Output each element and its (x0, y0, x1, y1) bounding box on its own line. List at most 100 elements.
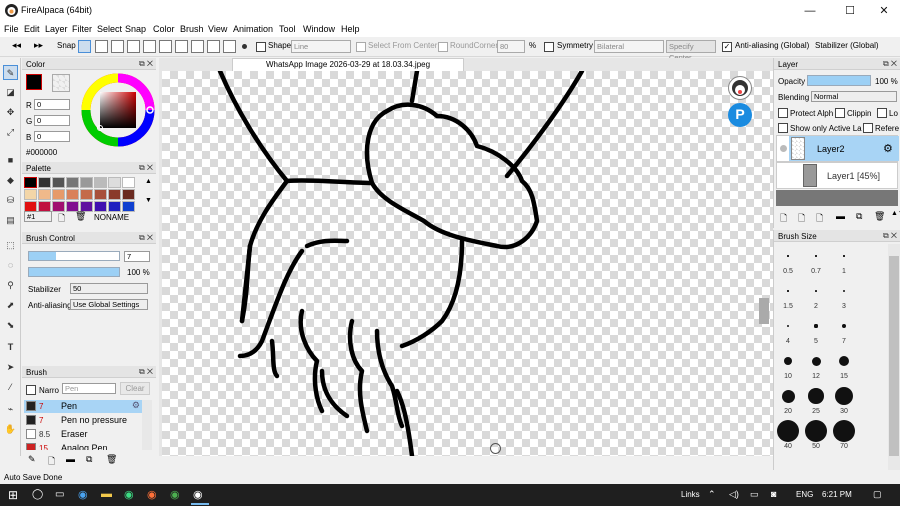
menu-filter[interactable]: Filter (72, 24, 92, 34)
palette-swatch[interactable] (80, 177, 93, 188)
divide-tool-icon[interactable]: ⁄ (3, 380, 18, 395)
select-eraser-icon[interactable]: ⬊ (3, 318, 18, 333)
brush-size-slider[interactable] (28, 251, 120, 261)
duplicate-layer-icon[interactable]: ⧉ (856, 211, 862, 222)
layer-folder-icon[interactable]: ▬ (836, 211, 845, 221)
eyedropper-icon[interactable]: ⌁ (3, 402, 18, 417)
brush-size-option[interactable]: 50 (803, 420, 829, 455)
palette-swatches[interactable] (24, 177, 138, 212)
layer-row[interactable]: Layer1 [45%] (776, 162, 898, 189)
search-icon[interactable]: ◯ (32, 489, 43, 500)
volume-icon[interactable]: ◁) (729, 489, 739, 500)
palette-swatch[interactable] (108, 177, 121, 188)
symmetry-select[interactable]: Bilateral (594, 40, 664, 53)
snap-perspective-icon[interactable] (207, 40, 220, 53)
firealpaca-mascot-icon[interactable] (728, 76, 752, 100)
transform-tool-icon[interactable]: ⤢ (3, 125, 18, 140)
new-8bit-layer-icon[interactable]: 🗋 (798, 211, 805, 227)
lock-checkbox[interactable] (877, 108, 887, 118)
battery-icon[interactable]: ▭ (750, 489, 759, 500)
menu-layer[interactable]: Layer (45, 24, 68, 34)
antialiasing-checkbox[interactable]: ✓ (722, 42, 732, 52)
b-input[interactable]: 0 (34, 131, 70, 142)
palette-swatch[interactable] (66, 177, 79, 188)
delete-layer-icon[interactable]: 🗑 (874, 211, 885, 222)
network-icon[interactable]: ◙ (771, 489, 776, 499)
palette-swatch[interactable] (122, 177, 135, 188)
narrow-checkbox[interactable] (26, 385, 36, 395)
brush-size-scrollbar[interactable] (888, 244, 900, 470)
menu-edit[interactable]: Edit (24, 24, 40, 34)
snap-circle-icon[interactable] (159, 40, 172, 53)
text-tool-icon[interactable]: T (3, 340, 18, 355)
edge-icon[interactable]: ◉ (78, 488, 88, 501)
background-color-swatch[interactable] (52, 74, 70, 92)
brush-size-option[interactable]: 70 (831, 420, 857, 455)
brush-size-option[interactable]: 2 (803, 281, 829, 315)
symmetry-checkbox[interactable] (544, 42, 554, 52)
snap-grid-icon[interactable] (127, 40, 140, 53)
foreground-color-swatch[interactable] (26, 74, 42, 90)
brush-size-option[interactable]: 7 (831, 316, 857, 350)
panel-close-icon[interactable]: ⧉ ✕ (883, 231, 897, 241)
shape-select[interactable]: Line (291, 40, 351, 53)
operation-tool-icon[interactable]: ➤ (3, 360, 18, 375)
protect-alpha-checkbox[interactable] (778, 108, 788, 118)
brush-size-option[interactable]: 1 (831, 246, 857, 280)
brush-folder-icon[interactable]: ▬ (66, 454, 75, 464)
palette-swatch[interactable] (94, 189, 107, 200)
brush-size-option[interactable]: 1.5 (775, 281, 801, 315)
antialiasing-select[interactable]: Use Global Settings (70, 299, 148, 310)
brush-settings-icon[interactable]: ⚙ (132, 400, 140, 411)
palette-swatch[interactable] (24, 177, 37, 188)
select-from-center-checkbox[interactable] (356, 42, 366, 52)
menu-tool[interactable]: Tool (279, 24, 296, 34)
windows-start-icon[interactable]: ⊞ (8, 488, 18, 502)
select-tool-icon[interactable]: ⬚ (3, 238, 18, 253)
blending-select[interactable]: Normal (811, 91, 897, 102)
brush-size-option[interactable]: 0.7 (803, 246, 829, 280)
new-palette-icon[interactable]: 🗋 (58, 211, 65, 227)
menu-brush[interactable]: Brush (180, 24, 204, 34)
new-1bit-layer-icon[interactable]: 🗋 (816, 211, 823, 227)
menu-color[interactable]: Color (153, 24, 175, 34)
layer-name[interactable]: Layer2 (817, 144, 845, 154)
notification-icon[interactable]: ▢ (873, 489, 882, 500)
palette-swatch[interactable] (122, 201, 135, 212)
palette-swatch[interactable] (24, 189, 37, 200)
brush-size-option[interactable]: 0.5 (775, 246, 801, 280)
layer-visible-icon[interactable] (780, 172, 787, 179)
clock[interactable]: 6:21 PM (822, 490, 852, 499)
hand-tool-icon[interactable]: ✋ (3, 422, 18, 437)
panel-close-icon[interactable]: ⧉ ✕ (139, 59, 153, 69)
layer-name[interactable]: Layer1 [45%] (827, 171, 880, 181)
color-wheel[interactable] (80, 72, 156, 148)
delete-palette-icon[interactable]: 🗑 (75, 211, 86, 222)
brush-size-option[interactable]: 40 (775, 420, 801, 455)
menu-snap[interactable]: Snap (125, 24, 146, 34)
drawing-canvas[interactable]: P (162, 71, 773, 456)
brush-size-option[interactable]: 5 (803, 316, 829, 350)
menu-select[interactable]: Select (97, 24, 122, 34)
snap-radial-icon[interactable] (143, 40, 156, 53)
canvas-area[interactable]: WhatsApp Image 2026-03-29 at 18.03.34.jp… (159, 58, 773, 456)
snap-curve-icon[interactable] (175, 40, 188, 53)
g-input[interactable]: 0 (34, 115, 70, 126)
brush-new-icon[interactable]: 🗋 (48, 454, 55, 470)
eraser-tool-icon[interactable]: ◪ (3, 85, 18, 100)
scroll-up-icon[interactable]: ▲ (145, 178, 152, 185)
brush-size-option[interactable]: 20 (775, 386, 801, 420)
minimize-button[interactable]: — (792, 0, 828, 22)
scroll-down-icon[interactable]: ▼ (145, 197, 152, 204)
whatsapp-icon[interactable]: ◉ (124, 488, 134, 501)
select-pen-icon[interactable]: ⬈ (3, 298, 18, 313)
brush-list-item[interactable]: 8.5 Eraser (24, 428, 142, 441)
palette-swatch[interactable] (52, 189, 65, 200)
brush-copy-icon[interactable]: ⧉ (86, 454, 92, 465)
rect-tool-icon[interactable]: ■ (3, 153, 18, 168)
brush-list-item[interactable]: 7 Pen no pressure (24, 414, 142, 427)
r-input[interactable]: 0 (34, 99, 70, 110)
document-tab[interactable]: WhatsApp Image 2026-03-29 at 18.03.34.jp… (232, 58, 464, 71)
layer-scroll-icon[interactable]: ▲▼ (891, 210, 900, 217)
palette-swatch[interactable] (108, 201, 121, 212)
